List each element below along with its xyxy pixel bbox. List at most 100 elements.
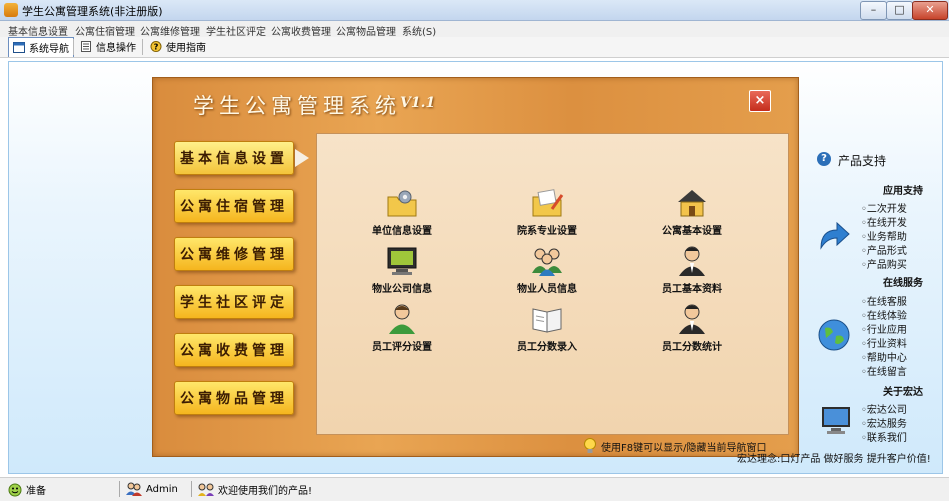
link-secondary-dev[interactable]: 二次开发 [861,200,907,215]
link-business-help[interactable]: 业务帮助 [861,228,907,243]
nav-community-button[interactable]: 学生社区评定 [174,285,294,319]
help-circle-icon: ? [817,152,831,166]
computer-icon [822,407,850,434]
link-contact[interactable]: 联系我们 [861,429,907,444]
user-group-icon [532,248,562,276]
title-bar: 学生公寓管理系统(非注册版) – □ ✕ [0,0,949,21]
link-online-message[interactable]: 在线留言 [861,363,907,378]
info-ops-label: 信息操作 [96,43,136,54]
status-user-text: Admin [146,483,178,495]
system-nav-button[interactable]: 系统导航 [8,37,74,57]
tile-apartment-basic[interactable]: 公寓基本设置 [627,187,757,241]
globe-icon [818,319,850,351]
folder-gear-icon [387,190,417,217]
status-ready-text: 准备 [26,486,46,497]
window-icon [13,42,25,53]
people-icon [198,483,214,496]
tile-score-setting-label: 员工评分设置 [372,342,432,353]
status-user: Admin [126,482,178,496]
lightbulb-icon [584,438,596,453]
panel-version: V1.1 [400,95,436,111]
nav-fees-button[interactable]: 公寓收费管理 [174,333,294,367]
menu-system[interactable]: 系统(S) [402,23,436,38]
tile-unit-info-label: 单位信息设置 [372,226,432,237]
users-icon [126,482,142,496]
link-online-cs[interactable]: 在线客服 [861,293,907,308]
section-app-support-heading: 应用支持 [883,186,923,197]
open-book-icon [532,308,562,333]
active-indicator-arrow [295,149,309,167]
link-service[interactable]: 宏达服务 [861,415,907,430]
svg-text:?: ? [154,42,159,52]
menu-community[interactable]: 学生社区评定 [206,23,266,38]
help-icon: ? [150,41,162,52]
company-slogan: 宏达理念:口灯产品 做好服务 提升客户价值! [737,454,931,465]
user-guide-button[interactable]: ? 使用指南 [150,37,206,56]
link-industry-app[interactable]: 行业应用 [861,321,907,336]
section-online-service-heading: 在线服务 [883,278,923,289]
panel-close-button[interactable]: × [749,90,771,112]
section-about-heading: 关于宏达 [883,387,923,398]
menu-bar: 基本信息设置 公寓住宿管理 公寓维修管理 学生社区评定 公寓收费管理 公寓物品管… [0,21,949,38]
monitor-icon [387,247,417,275]
tile-property-staff[interactable]: 物业人员信息 [482,245,612,299]
toolbar-divider [142,39,143,55]
nav-items-button[interactable]: 公寓物品管理 [174,381,294,415]
link-product-form[interactable]: 产品形式 [861,242,907,257]
tile-department-label: 院系专业设置 [517,226,577,237]
menu-maintenance[interactable]: 公寓维修管理 [140,23,200,38]
document-icon [81,41,91,52]
nav-maintenance-button[interactable]: 公寓维修管理 [174,237,294,271]
user-manager-icon [679,304,705,334]
smiley-icon [8,483,22,496]
tile-score-entry-label: 员工分数录入 [517,342,577,353]
folder-pencil-icon [532,189,564,217]
close-window-button[interactable]: ✕ [912,1,948,20]
link-company[interactable]: 宏达公司 [861,401,907,416]
house-icon [678,190,706,217]
app-icon [4,3,18,17]
system-nav-label: 系统导航 [29,44,69,55]
status-ready: 准备 [8,482,46,497]
link-help-center[interactable]: 帮助中心 [861,349,907,364]
status-bar: 准备 Admin 欢迎使用我们的产品! [0,477,949,501]
info-ops-button[interactable]: 信息操作 [80,37,136,56]
status-divider [119,481,120,497]
user-suit-icon [679,246,705,276]
tile-property-company[interactable]: 物业公司信息 [337,245,467,299]
tile-unit-info[interactable]: 单位信息设置 [337,187,467,241]
tile-score-setting[interactable]: 员工评分设置 [337,303,467,357]
menu-accommodation[interactable]: 公寓住宿管理 [75,23,135,38]
maximize-button[interactable]: □ [886,1,913,20]
content-area: 单位信息设置 院系专业设置 公寓基本设置 物业公司信息 物业人员信息 员工基本资… [316,133,789,454]
toolbar-divider [73,39,74,55]
minimize-button[interactable]: – [860,1,887,20]
tile-property-company-label: 物业公司信息 [372,284,432,295]
link-industry-docs[interactable]: 行业资料 [861,335,907,350]
user-green-icon [389,304,415,334]
curved-arrow-icon [820,221,850,250]
nav-accommodation-button[interactable]: 公寓住宿管理 [174,189,294,223]
status-divider [191,481,192,497]
menu-basic-info[interactable]: 基本信息设置 [8,23,68,38]
tile-department[interactable]: 院系专业设置 [482,187,612,241]
product-support-panel: ? 产品支持 应用支持 二次开发 在线开发 业务帮助 产品形式 产品购买 在线服… [803,150,949,460]
tile-employee-info[interactable]: 员工基本资料 [627,245,757,299]
navigation-panel: 学生公寓管理系统 V1.1 × 基本信息设置 公寓住宿管理 公寓维修管理 学生社… [152,77,799,457]
link-product-purchase[interactable]: 产品购买 [861,256,907,271]
toolbar: 系统导航 信息操作 ? 使用指南 [0,37,949,58]
link-online-dev[interactable]: 在线开发 [861,214,907,229]
support-title: 产品支持 [838,154,887,168]
tile-score-entry[interactable]: 员工分数录入 [482,303,612,357]
status-welcome: 欢迎使用我们的产品! [198,482,312,497]
tile-property-staff-label: 物业人员信息 [517,284,577,295]
menu-fees[interactable]: 公寓收费管理 [271,23,331,38]
nav-basic-info-button[interactable]: 基本信息设置 [174,141,294,175]
user-guide-label: 使用指南 [166,43,206,54]
panel-title: 学生公寓管理系统 [193,94,401,118]
tile-score-stats[interactable]: 员工分数统计 [627,303,757,357]
link-online-trial[interactable]: 在线体验 [861,307,907,322]
menu-items[interactable]: 公寓物品管理 [336,23,396,38]
tile-employee-info-label: 员工基本资料 [662,284,722,295]
tile-apartment-basic-label: 公寓基本设置 [662,226,722,237]
